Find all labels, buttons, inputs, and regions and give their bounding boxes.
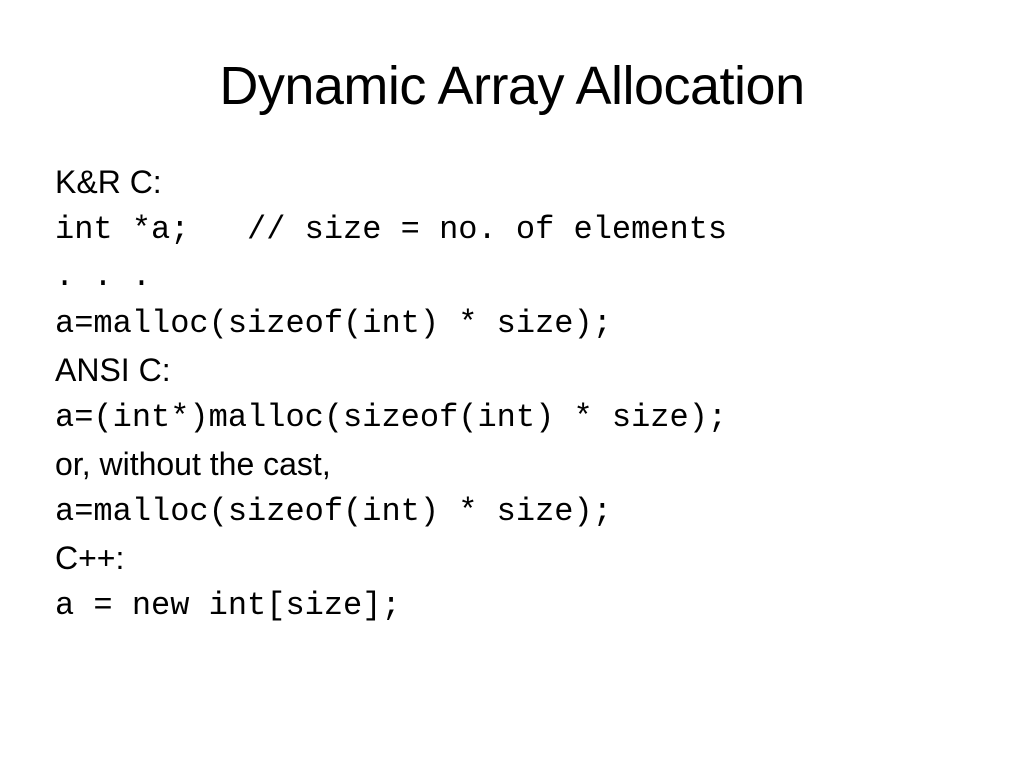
label-ansi-c: ANSI C: (55, 347, 969, 394)
label-cpp: C++: (55, 535, 969, 582)
slide-container: Dynamic Array Allocation K&R C: int *a; … (0, 0, 1024, 768)
label-cast: or, without the cast, (55, 441, 969, 488)
code-line-5: a=malloc(sizeof(int) * size); (55, 488, 969, 535)
slide-body: K&R C: int *a; // size = no. of elements… (55, 159, 969, 629)
code-line-3: a=malloc(sizeof(int) * size); (55, 300, 969, 347)
label-kr-c: K&R C: (55, 159, 969, 206)
code-line-4: a=(int*)malloc(sizeof(int) * size); (55, 394, 969, 441)
code-line-2: . . . (55, 253, 969, 300)
code-line-1: int *a; // size = no. of elements (55, 206, 969, 253)
code-line-6: a = new int[size]; (55, 582, 969, 629)
slide-title: Dynamic Array Allocation (55, 55, 969, 117)
